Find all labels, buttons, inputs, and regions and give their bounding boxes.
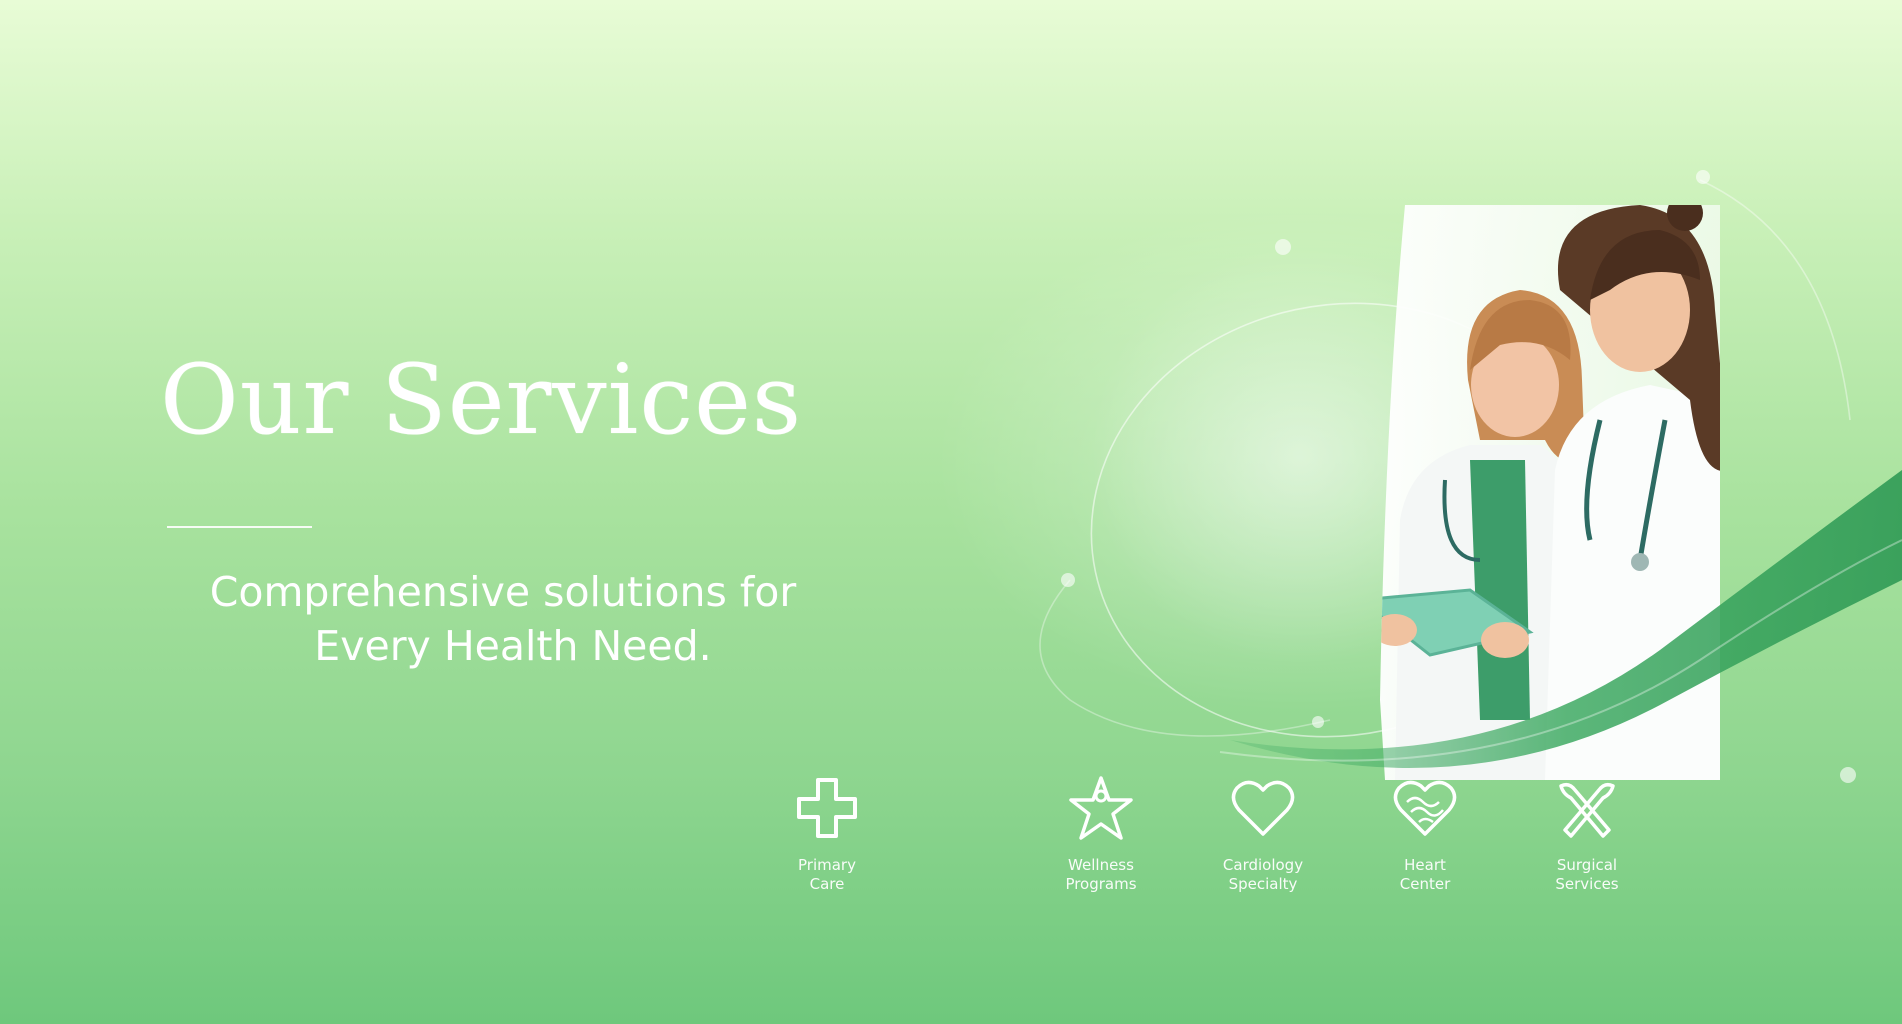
service-label: Surgical Services	[1555, 856, 1619, 893]
heart-icon	[1231, 780, 1295, 836]
subtitle-line-2: Every Health Need.	[314, 622, 712, 670]
star-person-icon	[1069, 776, 1133, 840]
service-cardiology[interactable]: Cardiology Specialty	[1173, 772, 1353, 894]
service-label: Heart Center	[1399, 856, 1451, 893]
tools-icon	[1559, 782, 1615, 838]
service-label: Cardiology Specialty	[1222, 856, 1304, 893]
photo-panel	[1380, 205, 1720, 780]
doctors-illustration	[1380, 205, 1720, 780]
medical-cross-icon	[797, 778, 857, 838]
page-title: Our Services	[160, 344, 803, 456]
service-surgical[interactable]: Surgical Services	[1497, 772, 1677, 894]
service-heart-center[interactable]: Heart Center	[1335, 772, 1515, 894]
subtitle-line-1: Comprehensive solutions for	[209, 568, 797, 616]
title-divider	[167, 526, 312, 528]
green-swoosh	[1230, 470, 1902, 768]
service-wellness[interactable]: Wellness Programs	[1011, 772, 1191, 894]
service-primary-care[interactable]: Primary Care	[737, 772, 917, 894]
doctor-back	[1395, 290, 1585, 780]
orbit-dots	[1061, 170, 1856, 783]
service-label: Primary Care	[798, 856, 856, 893]
soft-bubble	[1090, 245, 1510, 665]
tablet	[1380, 588, 1534, 657]
service-label: Wellness Programs	[1065, 856, 1137, 893]
hero-subtitle: Comprehensive solutions for Every Health…	[183, 565, 823, 673]
doctor-front	[1545, 205, 1720, 780]
orbit-rings	[1039, 179, 1851, 738]
heart-pattern-icon	[1393, 780, 1457, 836]
